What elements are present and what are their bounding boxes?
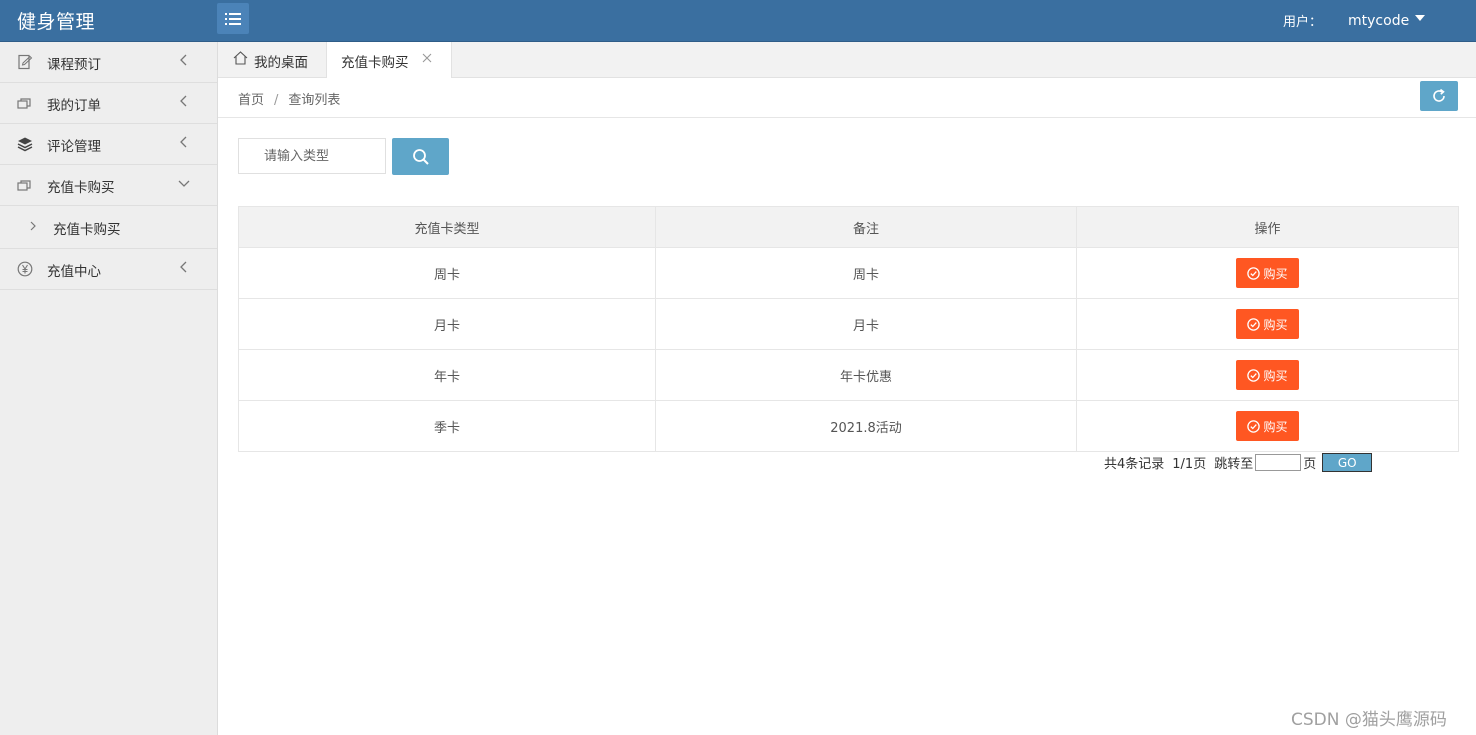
edit-note-icon xyxy=(18,54,33,70)
cell-note: 周卡 xyxy=(655,247,1077,299)
cell-note: 2021.8活动 xyxy=(655,400,1077,452)
tab-card-purchase[interactable]: 充值卡购买 xyxy=(326,42,452,78)
hamburger-icon xyxy=(225,12,241,25)
buy-button[interactable]: 购买 xyxy=(1236,411,1299,441)
sidebar-subitem-card-purchase[interactable]: 充值卡购买 xyxy=(0,206,217,249)
sidebar-subitem-label: 充值卡购买 xyxy=(53,222,121,238)
chevron-left-icon xyxy=(180,136,187,148)
column-header-note: 备注 xyxy=(655,206,1077,248)
caret-down-icon[interactable] xyxy=(1415,14,1426,21)
jump-label: 跳转至 xyxy=(1214,457,1254,472)
chevron-left-icon xyxy=(180,95,187,107)
buy-button-label: 购买 xyxy=(1263,266,1288,281)
sidebar-item-my-orders[interactable]: 我的订单 xyxy=(0,83,217,124)
check-circle-icon xyxy=(1247,368,1261,382)
cell-action: 购买 xyxy=(1076,400,1459,452)
sidebar-item-label: 课程预订 xyxy=(47,57,101,73)
chevron-down-icon xyxy=(178,180,190,187)
search-icon xyxy=(412,148,429,165)
cell-type: 月卡 xyxy=(238,298,656,350)
table-row: 月卡 月卡 购买 xyxy=(238,298,1459,350)
buy-button[interactable]: 购买 xyxy=(1236,309,1299,339)
buy-button-label: 购买 xyxy=(1263,419,1288,434)
sidebar-item-comment-management[interactable]: 评论管理 xyxy=(0,124,217,165)
refresh-button[interactable] xyxy=(1420,81,1458,111)
sidebar-item-label: 充值中心 xyxy=(47,264,101,280)
breadcrumb: 首页 / 查询列表 xyxy=(238,89,340,108)
breadcrumb-home[interactable]: 首页 xyxy=(238,93,264,108)
layers-icon xyxy=(17,137,33,152)
cell-action: 购买 xyxy=(1076,298,1459,350)
buy-button[interactable]: 购买 xyxy=(1236,258,1299,288)
check-circle-icon xyxy=(1247,266,1261,280)
tab-label: 我的桌面 xyxy=(254,55,308,71)
cards-icon xyxy=(17,98,31,109)
breadcrumb-bar: 首页 / 查询列表 xyxy=(218,78,1476,118)
refresh-icon xyxy=(1433,88,1445,102)
tab-bar: 我的桌面 充值卡购买 xyxy=(218,42,1476,78)
username[interactable]: mtycode xyxy=(1348,13,1409,29)
table-row: 季卡 2021.8活动 购买 xyxy=(238,400,1459,452)
cards-icon xyxy=(17,180,31,191)
pagination: 共4条记录 1/1页 跳转至 页 GO xyxy=(1104,453,1373,472)
sidebar-item-label: 充值卡购买 xyxy=(47,180,115,196)
chevron-left-icon xyxy=(180,54,187,66)
cell-type: 季卡 xyxy=(238,400,656,452)
app-title: 健身管理 xyxy=(17,11,96,33)
home-icon xyxy=(233,51,248,65)
sidebar-item-label: 评论管理 xyxy=(47,139,101,155)
sidebar-item-course-booking[interactable]: 课程预订 xyxy=(0,42,217,83)
buy-button[interactable]: 购买 xyxy=(1236,360,1299,390)
table-header-row: 充值卡类型 备注 操作 xyxy=(238,206,1459,248)
top-header: 健身管理 用户： mtycode xyxy=(0,0,1476,42)
go-button[interactable]: GO xyxy=(1322,453,1373,472)
column-header-type: 充值卡类型 xyxy=(238,206,656,248)
breadcrumb-current: 查询列表 xyxy=(288,93,341,108)
cell-note: 年卡优惠 xyxy=(655,349,1077,401)
column-header-action: 操作 xyxy=(1076,206,1459,248)
buy-button-label: 购买 xyxy=(1263,368,1288,383)
buy-button-label: 购买 xyxy=(1263,317,1288,332)
page-jump-input[interactable] xyxy=(1255,454,1302,471)
page-unit-label: 页 xyxy=(1303,457,1317,472)
tab-home[interactable]: 我的桌面 xyxy=(218,42,326,77)
yen-circle-icon xyxy=(17,261,33,277)
search-button[interactable] xyxy=(392,138,449,175)
user-label: 用户： xyxy=(1283,15,1323,30)
table-row: 年卡 年卡优惠 购买 xyxy=(238,349,1459,401)
card-table: 充值卡类型 备注 操作 周卡 周卡 购买 月卡 月卡 购买 年卡 年卡优惠 购买… xyxy=(238,206,1459,452)
menu-toggle-button[interactable] xyxy=(217,3,249,34)
check-circle-icon xyxy=(1247,419,1261,433)
cell-note: 月卡 xyxy=(655,298,1077,350)
search-input[interactable] xyxy=(238,138,386,174)
sidebar-item-label: 我的订单 xyxy=(47,98,101,114)
sidebar-item-card-purchase[interactable]: 充值卡购买 xyxy=(0,165,217,206)
sidebar: 课程预订 我的订单 评论管理 充值卡购买 充值卡购买 充值中心 xyxy=(0,42,218,735)
close-icon[interactable] xyxy=(422,53,432,63)
chevron-right-icon xyxy=(30,221,36,231)
total-records: 共4条记录 xyxy=(1104,457,1165,472)
cell-action: 购买 xyxy=(1076,349,1459,401)
user-menu[interactable]: 用户： mtycode xyxy=(1283,11,1426,30)
page-count: 1/1页 xyxy=(1172,457,1207,472)
table-row: 周卡 周卡 购买 xyxy=(238,247,1459,299)
breadcrumb-separator: / xyxy=(274,93,279,108)
watermark: CSDN @猫头鹰源码 xyxy=(1291,710,1447,730)
cell-type: 年卡 xyxy=(238,349,656,401)
chevron-left-icon xyxy=(180,261,187,273)
tab-label: 充值卡购买 xyxy=(341,55,409,71)
check-circle-icon xyxy=(1247,317,1261,331)
cell-action: 购买 xyxy=(1076,247,1459,299)
sidebar-item-recharge-center[interactable]: 充值中心 xyxy=(0,249,217,290)
cell-type: 周卡 xyxy=(238,247,656,299)
